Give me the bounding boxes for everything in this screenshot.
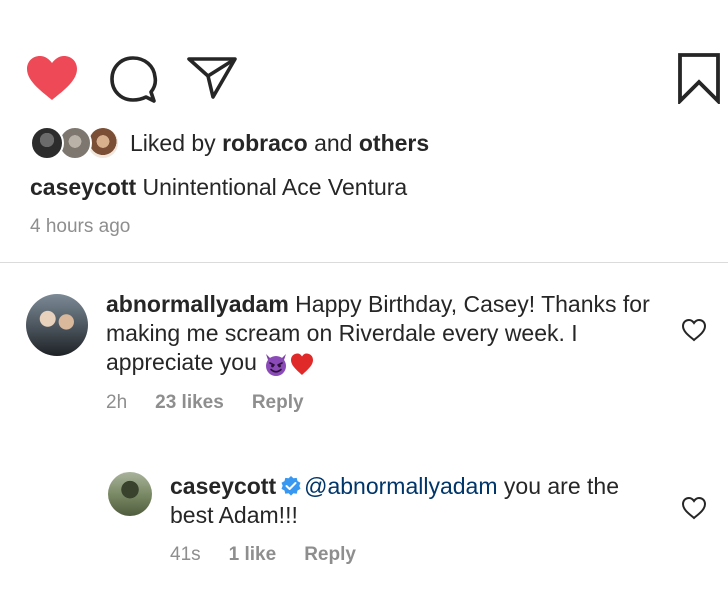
heart-outline-icon[interactable]	[681, 318, 707, 342]
comment-body: abnormallyadam Happy Birthday, Casey! Th…	[106, 290, 666, 377]
comment-likes-link[interactable]: 1 like	[229, 544, 277, 565]
red-heart-icon	[291, 353, 314, 375]
comment-meta: 41s 1 like Reply	[170, 542, 384, 568]
comment-body: caseycott @abnormallyadam you are the be…	[170, 472, 650, 530]
comment-time: 2h	[106, 392, 128, 413]
liked-by-others-link[interactable]: others	[359, 130, 429, 156]
liked-by-and: and	[307, 130, 359, 156]
liked-by-line: Liked by robraco and others	[130, 128, 429, 158]
heart-filled-icon[interactable]	[24, 54, 80, 102]
reply-button[interactable]: Reply	[304, 544, 356, 565]
liker-avatars[interactable]	[30, 126, 122, 162]
comment-bubble-icon[interactable]	[108, 54, 158, 104]
mention-link[interactable]: @abnormallyadam	[304, 473, 497, 499]
verified-badge-icon	[281, 476, 301, 496]
avatar	[30, 126, 64, 160]
avatar[interactable]	[108, 472, 152, 516]
avatar[interactable]	[26, 294, 88, 356]
comment-time: 41s	[170, 544, 201, 565]
heart-outline-icon[interactable]	[681, 496, 707, 520]
comment-meta: 2h 23 likes Reply	[106, 390, 332, 416]
smiling-imp-icon	[266, 353, 287, 376]
reply-button[interactable]: Reply	[252, 392, 304, 413]
bookmark-icon[interactable]	[676, 52, 722, 104]
liked-by-prefix: Liked by	[130, 130, 223, 156]
caption-username-link[interactable]: caseycott	[30, 174, 136, 200]
post-caption: caseycott Unintentional Ace Ventura	[30, 172, 407, 202]
comment-username-link[interactable]: abnormallyadam	[106, 291, 289, 317]
comment-username-link[interactable]: caseycott	[170, 473, 276, 499]
liked-by-user-link[interactable]: robraco	[222, 130, 308, 156]
comment-likes-link[interactable]: 23 likes	[155, 392, 224, 413]
post-timestamp: 4 hours ago	[30, 216, 131, 237]
instagram-post-comments: Liked by robraco and others caseycott Un…	[0, 0, 728, 592]
caption-text: Unintentional Ace Ventura	[136, 174, 408, 200]
divider	[0, 262, 728, 263]
paper-plane-icon[interactable]	[186, 54, 238, 100]
